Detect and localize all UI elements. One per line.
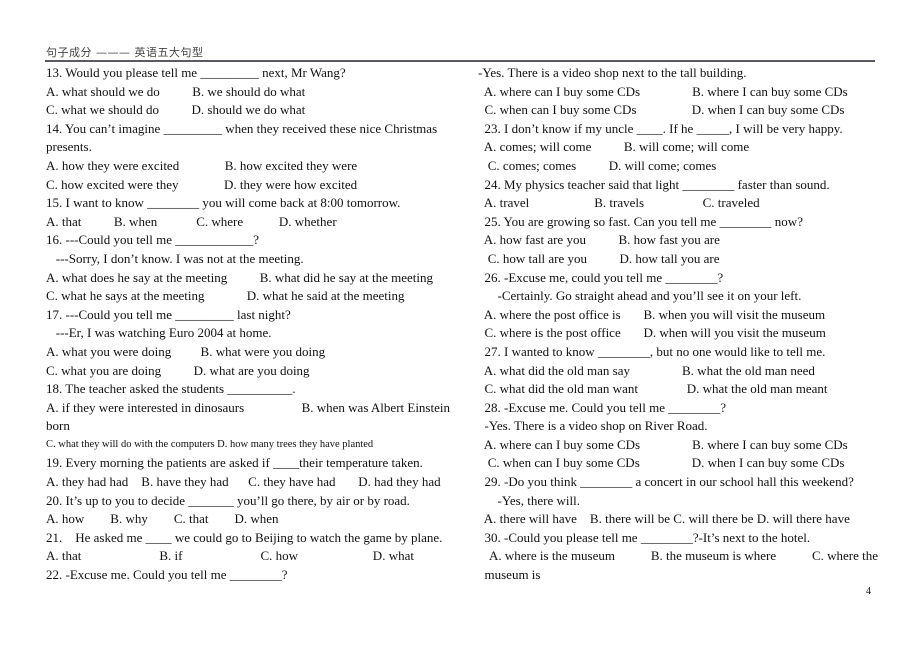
question-26-reply: -Certainly. Go straight ahead and you’ll… — [478, 288, 802, 304]
question-20: 20. It’s up to you to decide _______ you… — [46, 492, 410, 508]
q24-options: A. travel B. travels C. traveled — [478, 195, 760, 211]
q13-options-ab: A. what should we do B. we should do wha… — [46, 83, 306, 99]
q18-options-cd: C. what they will do with the computers … — [46, 438, 374, 450]
q18-option-b: B. when was Albert Einstein — [301, 399, 450, 415]
question-25: 25. You are growing so fast. Can you tel… — [478, 213, 803, 229]
question-16-reply: ---Sorry, I don’t know. I was not at the… — [46, 250, 304, 266]
page-number: 4 — [866, 586, 871, 597]
q26-options-ab: A. where the post office is B. when you … — [478, 306, 826, 322]
left-column: 13. Would you please tell me _________ n… — [46, 64, 450, 585]
q14-options-cd: C. how excited were they D. they were ho… — [46, 176, 358, 192]
question-27: 27. I wanted to know ________, but no on… — [478, 343, 826, 359]
question-14-cont: presents. — [46, 139, 92, 155]
question-19: 19. Every morning the patients are asked… — [46, 455, 423, 471]
q20-options: A. how B. why C. that D. when — [46, 511, 279, 527]
q30-option-b: B. the museum is where — [650, 548, 777, 564]
q28-options-ab: A. where can I buy some CDs B. where I c… — [478, 436, 848, 452]
question-29: 29. -Do you think ________ a concert in … — [478, 474, 854, 490]
q29-options: A. there will have B. there will be C. w… — [478, 511, 850, 527]
q23-options-cd: C. comes; comes D. will come; comes — [478, 157, 717, 173]
q22-options-ab: A. where can I buy some CDs B. where I c… — [478, 83, 848, 99]
question-28-reply: -Yes. There is a video shop on River Roa… — [478, 418, 708, 434]
q19-options: A. they had had B. have they had C. they… — [46, 474, 441, 490]
q23-options-ab: A. comes; will come B. will come; will c… — [478, 139, 750, 155]
question-17-reply: ---Er, I was watching Euro 2004 at home. — [46, 325, 272, 341]
question-16: 16. ---Could you tell me ____________? — [46, 232, 260, 248]
q13-options-cd: C. what we should do D. should we do wha… — [46, 102, 306, 118]
question-26: 26. -Excuse me, could you tell me ______… — [478, 269, 724, 285]
q17-options-cd: C. what you are doing D. what are you do… — [46, 362, 310, 378]
q30-option-c-cont: museum is — [478, 567, 541, 583]
question-18: 18. The teacher asked the students _____… — [46, 381, 296, 397]
q26-options-cd: C. where is the post office D. when will… — [478, 325, 826, 341]
question-14: 14. You can’t imagine _________ when the… — [46, 120, 438, 136]
q27-options-ab: A. what did the old man say B. what the … — [478, 362, 815, 378]
q18-option-a: A. if they were interested in dinosaurs — [46, 399, 245, 415]
question-21: 21. He asked me ____ we could go to Beij… — [46, 529, 443, 545]
q30-option-a: A. where is the museum — [489, 548, 616, 564]
question-23: 23. I don’t know if my uncle ____. If he… — [478, 120, 843, 136]
q25-options-ab: A. how fast are you B. how fast you are — [478, 232, 720, 248]
question-15: 15. I want to know ________ you will com… — [46, 195, 401, 211]
q22-options-cd: C. when can I buy some CDs D. when I can… — [478, 102, 845, 118]
question-30: 30. -Could you please tell me ________?-… — [478, 529, 811, 545]
q16-options-cd: C. what he says at the meeting D. what h… — [46, 288, 405, 304]
q18-options-ab: A. if they were interested in dinosaurs … — [46, 399, 450, 418]
question-22-reply: -Yes. There is a video shop next to the … — [478, 65, 747, 80]
question-13: 13. Would you please tell me _________ n… — [46, 65, 346, 80]
q16-options-ab: A. what does he say at the meeting B. wh… — [46, 269, 434, 285]
q18-option-b-cont: born — [46, 418, 70, 434]
right-column: -Yes. There is a video shop next to the … — [478, 64, 878, 585]
q21-options: A. that B. if C. how D. what — [46, 548, 414, 564]
q14-options-ab: A. how they were excited B. how excited … — [46, 157, 358, 173]
question-22: 22. -Excuse me. Could you tell me ______… — [46, 567, 288, 583]
q15-options: A. that B. when C. where D. whether — [46, 213, 337, 229]
q30-options: A. where is the museum B. the museum is … — [478, 547, 878, 566]
q17-options-ab: A. what you were doing B. what were you … — [46, 343, 326, 359]
q27-options-cd: C. what did the old man want D. what the… — [478, 381, 828, 397]
q30-option-c: C. where the — [811, 548, 878, 564]
question-28: 28. -Excuse me. Could you tell me ______… — [478, 399, 727, 415]
question-17: 17. ---Could you tell me _________ last … — [46, 306, 291, 322]
page-header: 句子成分 ——— 英语五大句型 — [46, 46, 204, 59]
question-29-reply: -Yes, there will. — [478, 492, 580, 508]
header-rule — [45, 60, 875, 62]
q28-options-cd: C. when can I buy some CDs D. when I can… — [478, 455, 845, 471]
q25-options-cd: C. how tall are you D. how tall you are — [478, 250, 720, 266]
question-24: 24. My physics teacher said that light _… — [478, 176, 830, 192]
